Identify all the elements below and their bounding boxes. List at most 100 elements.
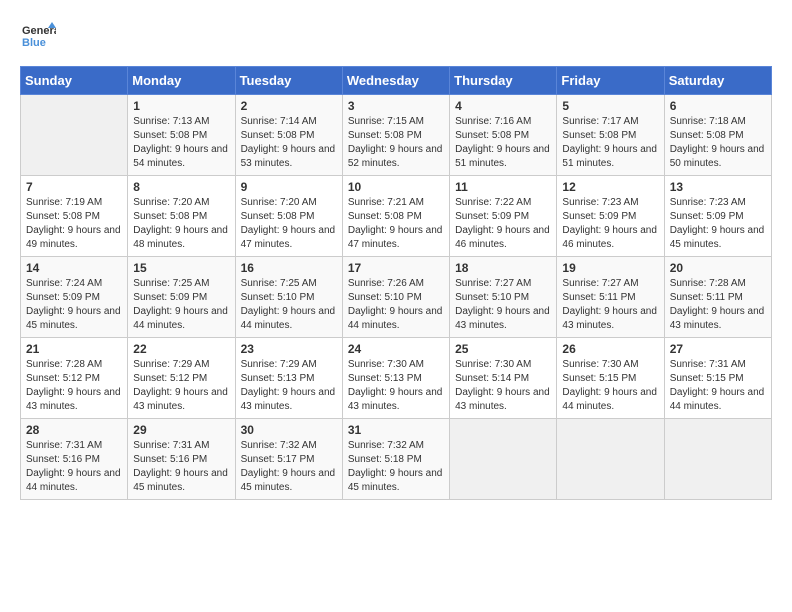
calendar-cell: 13 Sunrise: 7:23 AMSunset: 5:09 PMDaylig… xyxy=(664,176,771,257)
calendar-week-row: 28 Sunrise: 7:31 AMSunset: 5:16 PMDaylig… xyxy=(21,419,772,500)
calendar-cell: 22 Sunrise: 7:29 AMSunset: 5:12 PMDaylig… xyxy=(128,338,235,419)
day-number: 27 xyxy=(670,342,766,356)
day-info: Sunrise: 7:21 AMSunset: 5:08 PMDaylight:… xyxy=(348,197,443,250)
calendar-cell: 29 Sunrise: 7:31 AMSunset: 5:16 PMDaylig… xyxy=(128,419,235,500)
day-info: Sunrise: 7:16 AMSunset: 5:08 PMDaylight:… xyxy=(455,116,550,169)
calendar-cell: 26 Sunrise: 7:30 AMSunset: 5:15 PMDaylig… xyxy=(557,338,664,419)
calendar-cell xyxy=(21,95,128,176)
svg-text:Blue: Blue xyxy=(22,37,46,49)
calendar-table: SundayMondayTuesdayWednesdayThursdayFrid… xyxy=(20,66,772,500)
day-header-sunday: Sunday xyxy=(21,67,128,95)
day-number: 21 xyxy=(26,342,122,356)
day-number: 5 xyxy=(562,99,658,113)
day-number: 28 xyxy=(26,423,122,437)
calendar-cell: 6 Sunrise: 7:18 AMSunset: 5:08 PMDayligh… xyxy=(664,95,771,176)
day-info: Sunrise: 7:30 AMSunset: 5:15 PMDaylight:… xyxy=(562,359,657,412)
calendar-cell: 20 Sunrise: 7:28 AMSunset: 5:11 PMDaylig… xyxy=(664,257,771,338)
day-info: Sunrise: 7:31 AMSunset: 5:16 PMDaylight:… xyxy=(26,440,121,493)
calendar-cell: 21 Sunrise: 7:28 AMSunset: 5:12 PMDaylig… xyxy=(21,338,128,419)
day-number: 22 xyxy=(133,342,229,356)
day-number: 1 xyxy=(133,99,229,113)
calendar-cell: 25 Sunrise: 7:30 AMSunset: 5:14 PMDaylig… xyxy=(450,338,557,419)
day-info: Sunrise: 7:29 AMSunset: 5:12 PMDaylight:… xyxy=(133,359,228,412)
calendar-cell: 15 Sunrise: 7:25 AMSunset: 5:09 PMDaylig… xyxy=(128,257,235,338)
day-info: Sunrise: 7:25 AMSunset: 5:09 PMDaylight:… xyxy=(133,278,228,331)
calendar-cell: 28 Sunrise: 7:31 AMSunset: 5:16 PMDaylig… xyxy=(21,419,128,500)
day-info: Sunrise: 7:15 AMSunset: 5:08 PMDaylight:… xyxy=(348,116,443,169)
day-number: 19 xyxy=(562,261,658,275)
day-number: 2 xyxy=(241,99,337,113)
day-number: 13 xyxy=(670,180,766,194)
page-header: General Blue xyxy=(20,20,772,56)
calendar-cell: 4 Sunrise: 7:16 AMSunset: 5:08 PMDayligh… xyxy=(450,95,557,176)
calendar-cell: 10 Sunrise: 7:21 AMSunset: 5:08 PMDaylig… xyxy=(342,176,449,257)
day-number: 30 xyxy=(241,423,337,437)
day-info: Sunrise: 7:17 AMSunset: 5:08 PMDaylight:… xyxy=(562,116,657,169)
day-number: 18 xyxy=(455,261,551,275)
day-number: 9 xyxy=(241,180,337,194)
calendar-header-row: SundayMondayTuesdayWednesdayThursdayFrid… xyxy=(21,67,772,95)
logo: General Blue xyxy=(20,20,56,56)
day-number: 20 xyxy=(670,261,766,275)
day-header-wednesday: Wednesday xyxy=(342,67,449,95)
calendar-cell: 17 Sunrise: 7:26 AMSunset: 5:10 PMDaylig… xyxy=(342,257,449,338)
day-info: Sunrise: 7:18 AMSunset: 5:08 PMDaylight:… xyxy=(670,116,765,169)
calendar-week-row: 1 Sunrise: 7:13 AMSunset: 5:08 PMDayligh… xyxy=(21,95,772,176)
day-number: 3 xyxy=(348,99,444,113)
day-number: 15 xyxy=(133,261,229,275)
day-number: 25 xyxy=(455,342,551,356)
day-number: 17 xyxy=(348,261,444,275)
day-info: Sunrise: 7:19 AMSunset: 5:08 PMDaylight:… xyxy=(26,197,121,250)
day-number: 31 xyxy=(348,423,444,437)
day-number: 7 xyxy=(26,180,122,194)
day-number: 23 xyxy=(241,342,337,356)
calendar-cell: 23 Sunrise: 7:29 AMSunset: 5:13 PMDaylig… xyxy=(235,338,342,419)
day-header-friday: Friday xyxy=(557,67,664,95)
calendar-cell: 14 Sunrise: 7:24 AMSunset: 5:09 PMDaylig… xyxy=(21,257,128,338)
calendar-cell: 5 Sunrise: 7:17 AMSunset: 5:08 PMDayligh… xyxy=(557,95,664,176)
calendar-cell: 1 Sunrise: 7:13 AMSunset: 5:08 PMDayligh… xyxy=(128,95,235,176)
day-info: Sunrise: 7:13 AMSunset: 5:08 PMDaylight:… xyxy=(133,116,228,169)
calendar-cell: 3 Sunrise: 7:15 AMSunset: 5:08 PMDayligh… xyxy=(342,95,449,176)
calendar-cell xyxy=(664,419,771,500)
day-info: Sunrise: 7:29 AMSunset: 5:13 PMDaylight:… xyxy=(241,359,336,412)
day-info: Sunrise: 7:28 AMSunset: 5:12 PMDaylight:… xyxy=(26,359,121,412)
day-number: 4 xyxy=(455,99,551,113)
day-info: Sunrise: 7:23 AMSunset: 5:09 PMDaylight:… xyxy=(670,197,765,250)
day-header-monday: Monday xyxy=(128,67,235,95)
day-number: 26 xyxy=(562,342,658,356)
day-number: 10 xyxy=(348,180,444,194)
day-number: 14 xyxy=(26,261,122,275)
day-number: 8 xyxy=(133,180,229,194)
day-info: Sunrise: 7:20 AMSunset: 5:08 PMDaylight:… xyxy=(241,197,336,250)
day-info: Sunrise: 7:20 AMSunset: 5:08 PMDaylight:… xyxy=(133,197,228,250)
day-header-thursday: Thursday xyxy=(450,67,557,95)
day-info: Sunrise: 7:23 AMSunset: 5:09 PMDaylight:… xyxy=(562,197,657,250)
calendar-cell: 9 Sunrise: 7:20 AMSunset: 5:08 PMDayligh… xyxy=(235,176,342,257)
calendar-cell: 18 Sunrise: 7:27 AMSunset: 5:10 PMDaylig… xyxy=(450,257,557,338)
calendar-cell: 12 Sunrise: 7:23 AMSunset: 5:09 PMDaylig… xyxy=(557,176,664,257)
calendar-cell xyxy=(450,419,557,500)
day-header-saturday: Saturday xyxy=(664,67,771,95)
day-info: Sunrise: 7:24 AMSunset: 5:09 PMDaylight:… xyxy=(26,278,121,331)
day-info: Sunrise: 7:27 AMSunset: 5:10 PMDaylight:… xyxy=(455,278,550,331)
day-header-tuesday: Tuesday xyxy=(235,67,342,95)
calendar-week-row: 7 Sunrise: 7:19 AMSunset: 5:08 PMDayligh… xyxy=(21,176,772,257)
day-info: Sunrise: 7:28 AMSunset: 5:11 PMDaylight:… xyxy=(670,278,765,331)
calendar-cell: 8 Sunrise: 7:20 AMSunset: 5:08 PMDayligh… xyxy=(128,176,235,257)
calendar-week-row: 14 Sunrise: 7:24 AMSunset: 5:09 PMDaylig… xyxy=(21,257,772,338)
calendar-cell: 27 Sunrise: 7:31 AMSunset: 5:15 PMDaylig… xyxy=(664,338,771,419)
day-info: Sunrise: 7:31 AMSunset: 5:15 PMDaylight:… xyxy=(670,359,765,412)
day-number: 24 xyxy=(348,342,444,356)
day-info: Sunrise: 7:32 AMSunset: 5:17 PMDaylight:… xyxy=(241,440,336,493)
calendar-cell: 19 Sunrise: 7:27 AMSunset: 5:11 PMDaylig… xyxy=(557,257,664,338)
logo-icon: General Blue xyxy=(20,20,56,56)
day-number: 6 xyxy=(670,99,766,113)
calendar-cell: 16 Sunrise: 7:25 AMSunset: 5:10 PMDaylig… xyxy=(235,257,342,338)
calendar-cell: 7 Sunrise: 7:19 AMSunset: 5:08 PMDayligh… xyxy=(21,176,128,257)
calendar-cell: 24 Sunrise: 7:30 AMSunset: 5:13 PMDaylig… xyxy=(342,338,449,419)
calendar-week-row: 21 Sunrise: 7:28 AMSunset: 5:12 PMDaylig… xyxy=(21,338,772,419)
day-number: 11 xyxy=(455,180,551,194)
calendar-cell: 30 Sunrise: 7:32 AMSunset: 5:17 PMDaylig… xyxy=(235,419,342,500)
day-info: Sunrise: 7:22 AMSunset: 5:09 PMDaylight:… xyxy=(455,197,550,250)
